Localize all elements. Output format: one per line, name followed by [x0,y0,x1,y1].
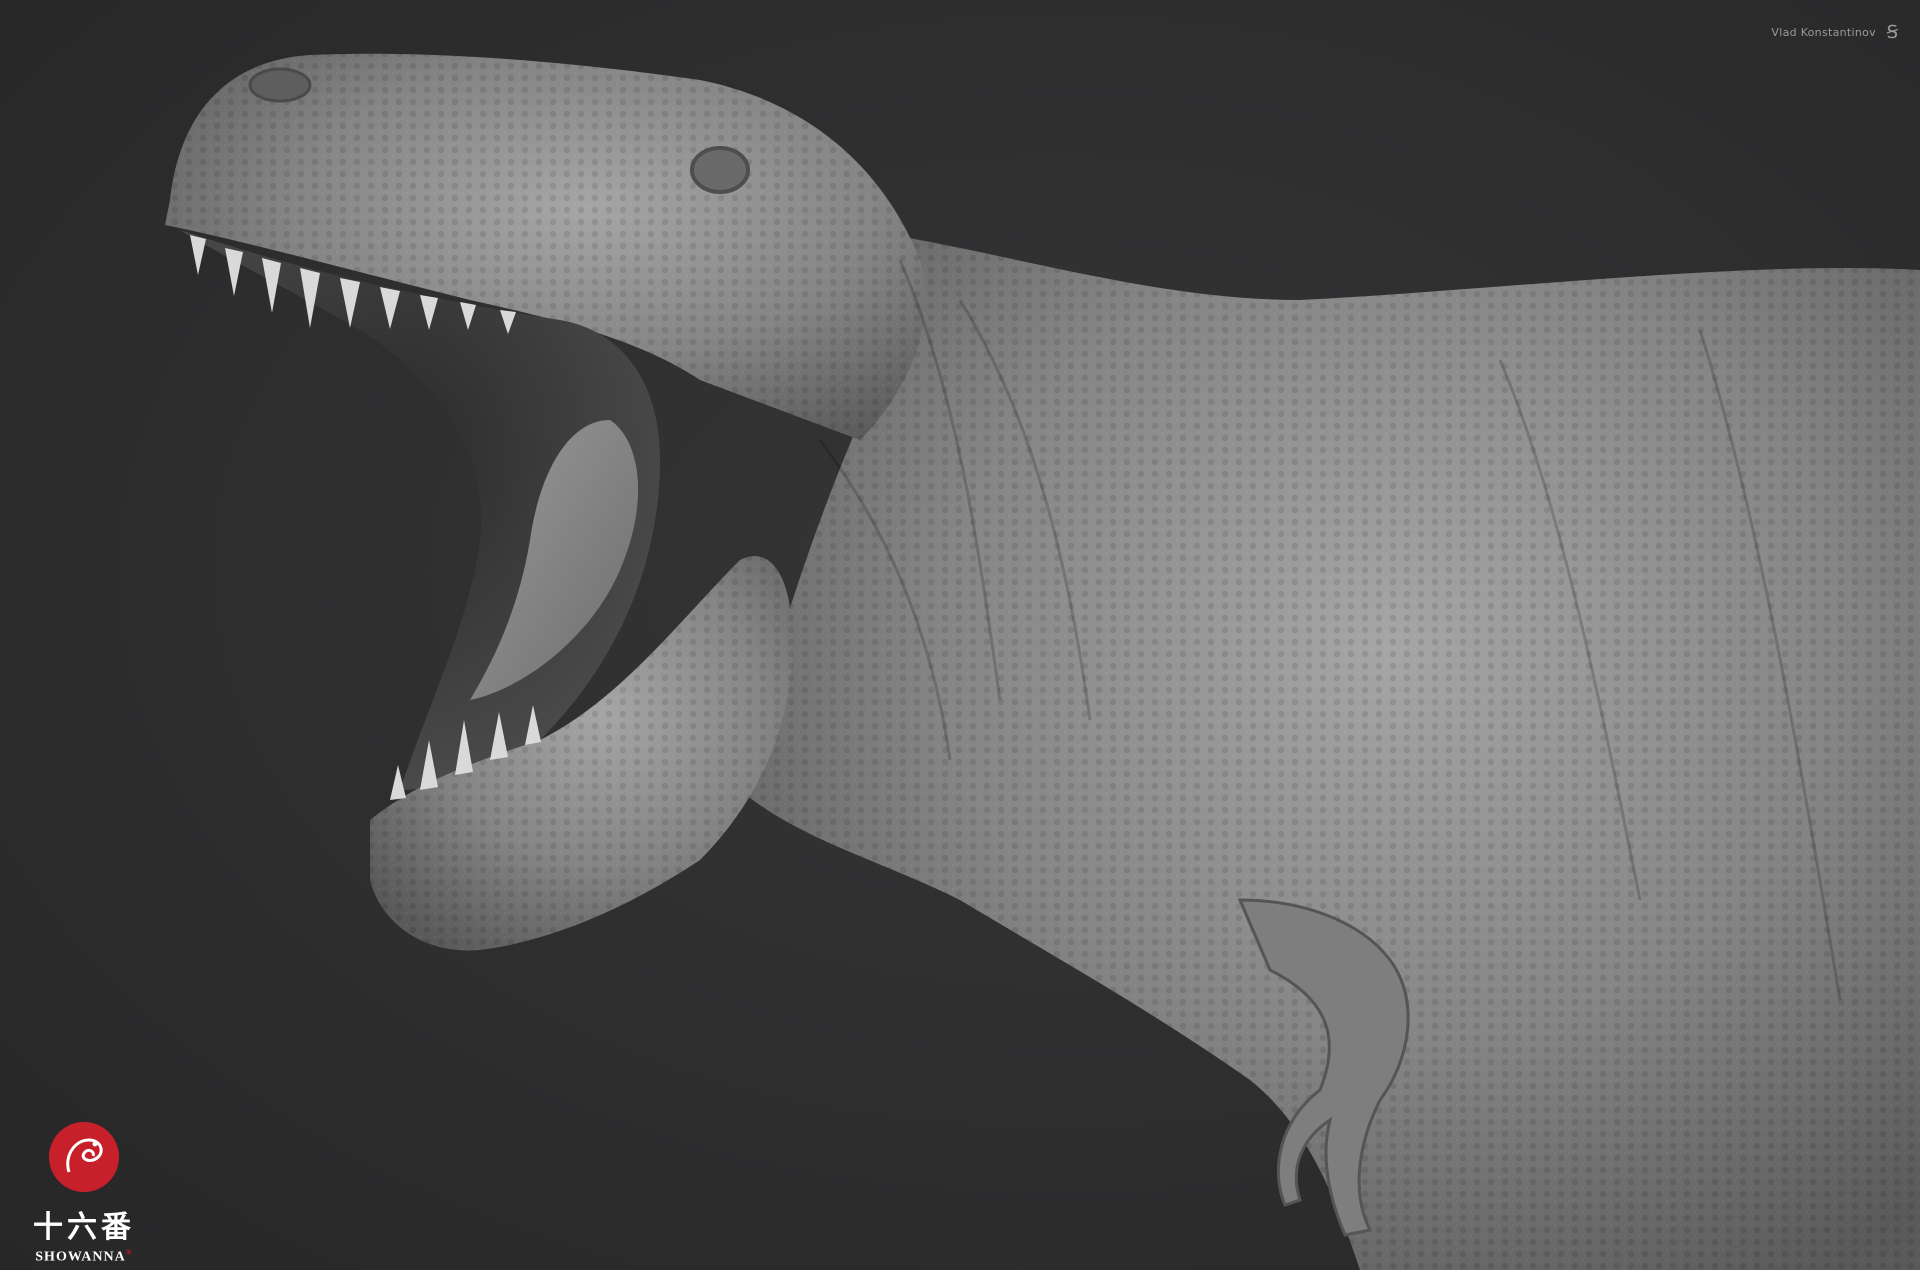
logo-chinese-text: 十六番 [33,1210,135,1245]
trex-render [165,53,1920,1270]
logo-english-text: SHOWANNA® [35,1248,133,1265]
registered-mark: ® [125,1248,133,1257]
dragon-seal-icon [49,1122,119,1192]
render-canvas: Vlad Konstantinov Ꞩ 十六番 SHOWANNA® [0,0,1920,1270]
artist-signature-icon: Ꞩ [1886,22,1898,43]
trex-eye [690,146,750,194]
artist-credit: Vlad Konstantinov [1771,26,1876,39]
showanna-logo: 十六番 SHOWANNA® [22,1122,146,1266]
